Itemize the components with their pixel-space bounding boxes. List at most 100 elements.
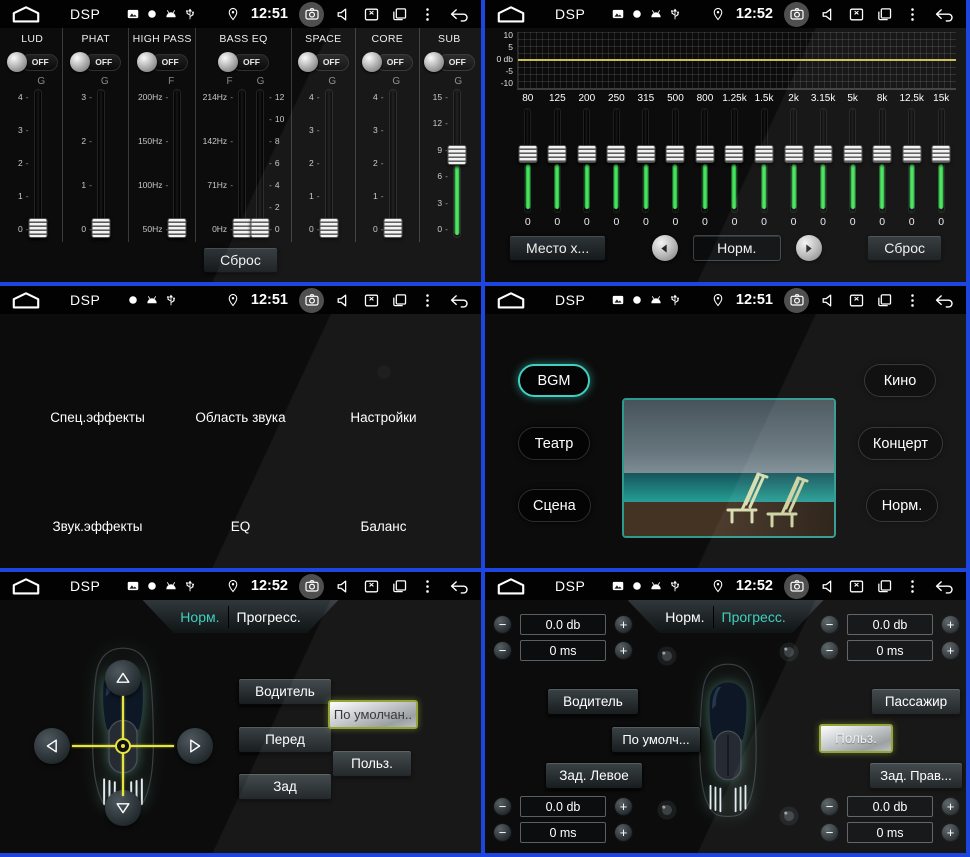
recent-apps-icon[interactable] <box>876 578 893 595</box>
slider-handle[interactable] <box>548 145 567 163</box>
volume-icon[interactable] <box>335 292 352 309</box>
volume-icon[interactable] <box>335 6 352 23</box>
slider-handle[interactable] <box>755 145 774 163</box>
space-slider[interactable] <box>325 89 333 238</box>
tab-normal[interactable]: Норм. <box>172 609 227 625</box>
slider-handle[interactable] <box>233 218 252 238</box>
menu-item-special-effects[interactable]: Спец.эффекты <box>26 330 169 439</box>
reset-button[interactable]: Сброс <box>867 235 942 261</box>
tab-progressive[interactable]: Прогресс. <box>229 609 309 625</box>
core-slider[interactable] <box>389 89 397 238</box>
home-icon[interactable] <box>10 578 42 595</box>
recent-apps-icon[interactable] <box>876 6 893 23</box>
core-toggle[interactable]: OFF <box>362 52 413 72</box>
back-icon[interactable] <box>447 578 471 595</box>
volume-icon[interactable] <box>820 578 837 595</box>
delay-passenger-button[interactable]: Пассажир <box>871 688 961 715</box>
menu-item-balance[interactable]: Баланс <box>312 439 455 548</box>
preset-theatre-button[interactable]: Театр <box>518 427 590 460</box>
slider-handle[interactable] <box>814 145 833 163</box>
ms-plus-button[interactable]: + <box>614 641 633 660</box>
menu-item-sound-field[interactable]: Область звука <box>169 330 312 439</box>
ms-minus-button[interactable]: − <box>820 641 839 660</box>
eq-band-slider[interactable] <box>790 108 797 213</box>
tab-normal[interactable]: Норм. <box>657 609 712 625</box>
eq-band-slider[interactable] <box>583 108 590 213</box>
back-icon[interactable] <box>932 292 956 309</box>
slider-handle[interactable] <box>518 145 537 163</box>
home-icon[interactable] <box>10 292 42 309</box>
db-plus-button[interactable]: + <box>941 797 960 816</box>
preset-name-button[interactable]: Норм. <box>693 235 781 261</box>
basseq-freq-slider[interactable] <box>238 89 246 238</box>
menu-dots-icon[interactable] <box>904 6 921 23</box>
position-driver-button[interactable]: Водитель <box>238 678 332 705</box>
recent-apps-icon[interactable] <box>391 292 408 309</box>
ms-plus-button[interactable]: + <box>941 641 960 660</box>
highpass-slider[interactable] <box>173 89 181 238</box>
move-right-button[interactable] <box>177 728 213 764</box>
recent-apps-icon[interactable] <box>391 6 408 23</box>
slider-handle[interactable] <box>695 145 714 163</box>
menu-dots-icon[interactable] <box>419 292 436 309</box>
recent-apps-icon[interactable] <box>876 292 893 309</box>
menu-dots-icon[interactable] <box>419 6 436 23</box>
slider-handle[interactable] <box>383 218 402 238</box>
slider-handle[interactable] <box>636 145 655 163</box>
eq-band-slider[interactable] <box>761 108 768 213</box>
phat-toggle[interactable]: OFF <box>70 52 121 72</box>
slider-handle[interactable] <box>725 145 744 163</box>
slider-handle[interactable] <box>28 218 47 238</box>
delay-default-button[interactable]: По умолч... <box>611 726 701 753</box>
volume-icon[interactable] <box>335 578 352 595</box>
ms-minus-button[interactable]: − <box>493 641 512 660</box>
slider-handle[interactable] <box>251 218 270 238</box>
preset-concert-button[interactable]: Концерт <box>858 427 943 460</box>
camera-button[interactable] <box>784 2 809 27</box>
position-front-button[interactable]: Перед <box>238 726 332 753</box>
lud-slider[interactable] <box>34 89 42 238</box>
menu-dots-icon[interactable] <box>904 292 921 309</box>
listening-position-button[interactable]: Место х... <box>509 235 606 261</box>
position-default-button[interactable]: По умолчан.. <box>328 700 418 729</box>
close-window-icon[interactable] <box>363 6 380 23</box>
position-user-button[interactable]: Польз. <box>332 750 412 777</box>
camera-button[interactable] <box>784 574 809 599</box>
delay-driver-button[interactable]: Водитель <box>547 688 639 715</box>
prev-preset-button[interactable] <box>652 235 678 261</box>
slider-handle[interactable] <box>447 145 466 165</box>
basseq-toggle[interactable]: OFF <box>218 52 269 72</box>
db-minus-button[interactable]: − <box>493 615 512 634</box>
delay-user-button[interactable]: Польз. <box>819 724 893 753</box>
lud-toggle[interactable]: OFF <box>7 52 58 72</box>
close-window-icon[interactable] <box>363 292 380 309</box>
space-toggle[interactable]: OFF <box>298 52 349 72</box>
basseq-gain-slider[interactable] <box>256 89 264 238</box>
eq-band-slider[interactable] <box>731 108 738 213</box>
sub-toggle[interactable]: OFF <box>424 52 475 72</box>
move-left-button[interactable] <box>34 728 70 764</box>
db-minus-button[interactable]: − <box>820 615 839 634</box>
home-icon[interactable] <box>495 6 527 23</box>
close-window-icon[interactable] <box>363 578 380 595</box>
preset-bgm-button[interactable]: BGM <box>518 364 590 397</box>
home-icon[interactable] <box>495 578 527 595</box>
menu-dots-icon[interactable] <box>419 578 436 595</box>
delay-rear-left-button[interactable]: Зад. Левое <box>545 762 643 789</box>
phat-slider[interactable] <box>97 89 105 238</box>
slider-handle[interactable] <box>319 218 338 238</box>
close-window-icon[interactable] <box>848 292 865 309</box>
menu-item-settings[interactable]: Настройки <box>312 330 455 439</box>
camera-button[interactable] <box>299 574 324 599</box>
recent-apps-icon[interactable] <box>391 578 408 595</box>
crosshair-center[interactable] <box>115 738 131 754</box>
ms-plus-button[interactable]: + <box>941 823 960 842</box>
eq-band-slider[interactable] <box>524 108 531 213</box>
eq-band-slider[interactable] <box>820 108 827 213</box>
slider-handle[interactable] <box>666 145 685 163</box>
preset-cinema-button[interactable]: Кино <box>864 364 936 397</box>
home-icon[interactable] <box>10 6 42 23</box>
slider-handle[interactable] <box>902 145 921 163</box>
camera-button[interactable] <box>299 2 324 27</box>
slider-handle[interactable] <box>873 145 892 163</box>
